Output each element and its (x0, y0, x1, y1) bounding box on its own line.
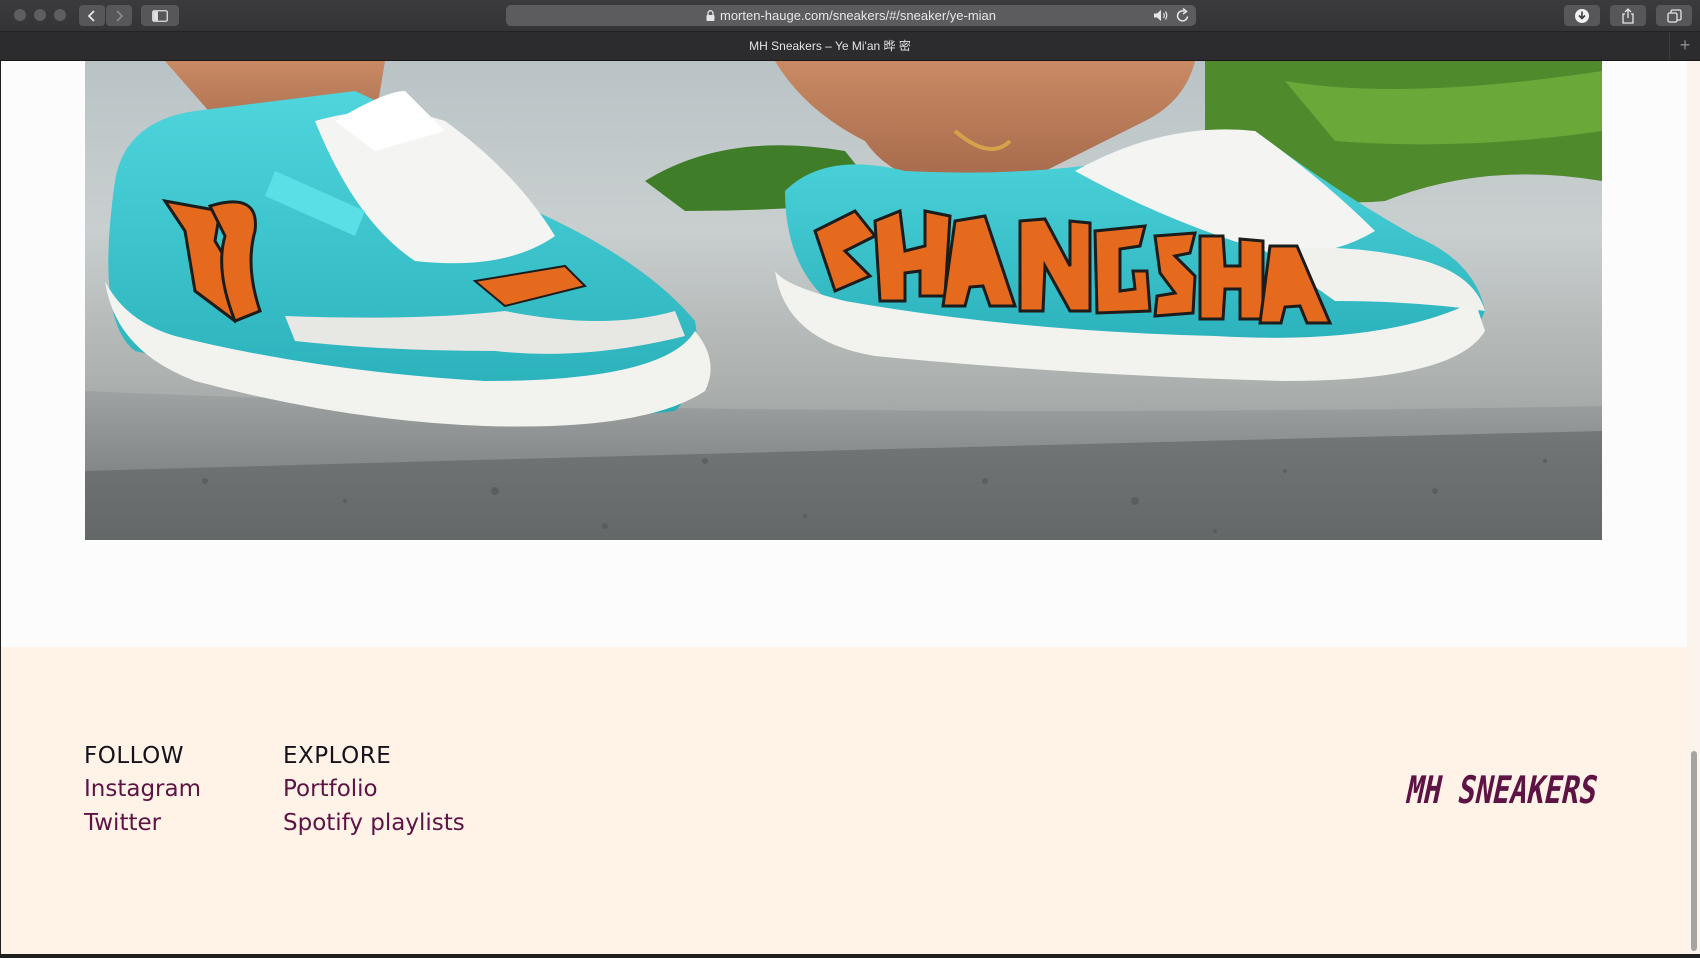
browser-toolbar: morten-hauge.com/sneakers/#/sneaker/ye-m… (0, 0, 1700, 32)
portfolio-link[interactable]: Portfolio (283, 776, 378, 802)
address-bar[interactable]: morten-hauge.com/sneakers/#/sneaker/ye-m… (506, 5, 1196, 26)
url-text: morten-hauge.com/sneakers/#/sneaker/ye-m… (719, 8, 997, 23)
spotify-playlists-link[interactable]: Spotify playlists (283, 810, 465, 836)
sneaker-photo (85, 61, 1602, 540)
lock-icon (706, 10, 715, 21)
share-button[interactable] (1610, 5, 1646, 26)
active-tab[interactable]: MH Sneakers – Ye Mi'an 晔 密 (0, 32, 1660, 60)
twitter-link[interactable]: Twitter (84, 810, 161, 836)
downloads-button[interactable] (1564, 5, 1600, 26)
explore-heading: EXPLORE (283, 743, 392, 769)
sidebar-toggle-button[interactable] (141, 5, 179, 26)
forward-icon (116, 9, 124, 22)
close-window-button[interactable] (14, 9, 26, 21)
new-tab-button[interactable]: + (1669, 32, 1700, 60)
site-footer: FOLLOW Instagram Twitter EXPLORE Portfol… (1, 647, 1687, 954)
show-tabs-button[interactable] (1656, 5, 1692, 26)
svg-text:MH SNEAKERS: MH SNEAKERS (1402, 768, 1601, 811)
mh-sneakers-logo[interactable]: MH SNEAKERS (1397, 763, 1602, 811)
back-button[interactable] (79, 5, 105, 26)
page-scrollbar[interactable] (1687, 61, 1700, 954)
back-icon (87, 9, 95, 22)
tab-bar: MH Sneakers – Ye Mi'an 晔 密 + (0, 32, 1700, 61)
follow-heading: FOLLOW (84, 743, 184, 769)
sidebar-icon (152, 9, 168, 22)
speaker-icon[interactable] (1153, 9, 1170, 22)
minimize-window-button[interactable] (34, 9, 46, 21)
reload-icon[interactable] (1176, 8, 1190, 23)
forward-button[interactable] (106, 5, 132, 26)
scrollbar-thumb[interactable] (1691, 751, 1697, 951)
browser-window: morten-hauge.com/sneakers/#/sneaker/ye-m… (0, 0, 1700, 958)
tabs-icon (1666, 8, 1682, 23)
instagram-link[interactable]: Instagram (84, 776, 201, 802)
share-icon (1622, 7, 1634, 24)
web-page: FOLLOW Instagram Twitter EXPLORE Portfol… (1, 61, 1687, 954)
download-icon (1575, 8, 1589, 23)
zoom-window-button[interactable] (54, 9, 66, 21)
address-url: morten-hauge.com/sneakers/#/sneaker/ye-m… (506, 5, 1196, 26)
